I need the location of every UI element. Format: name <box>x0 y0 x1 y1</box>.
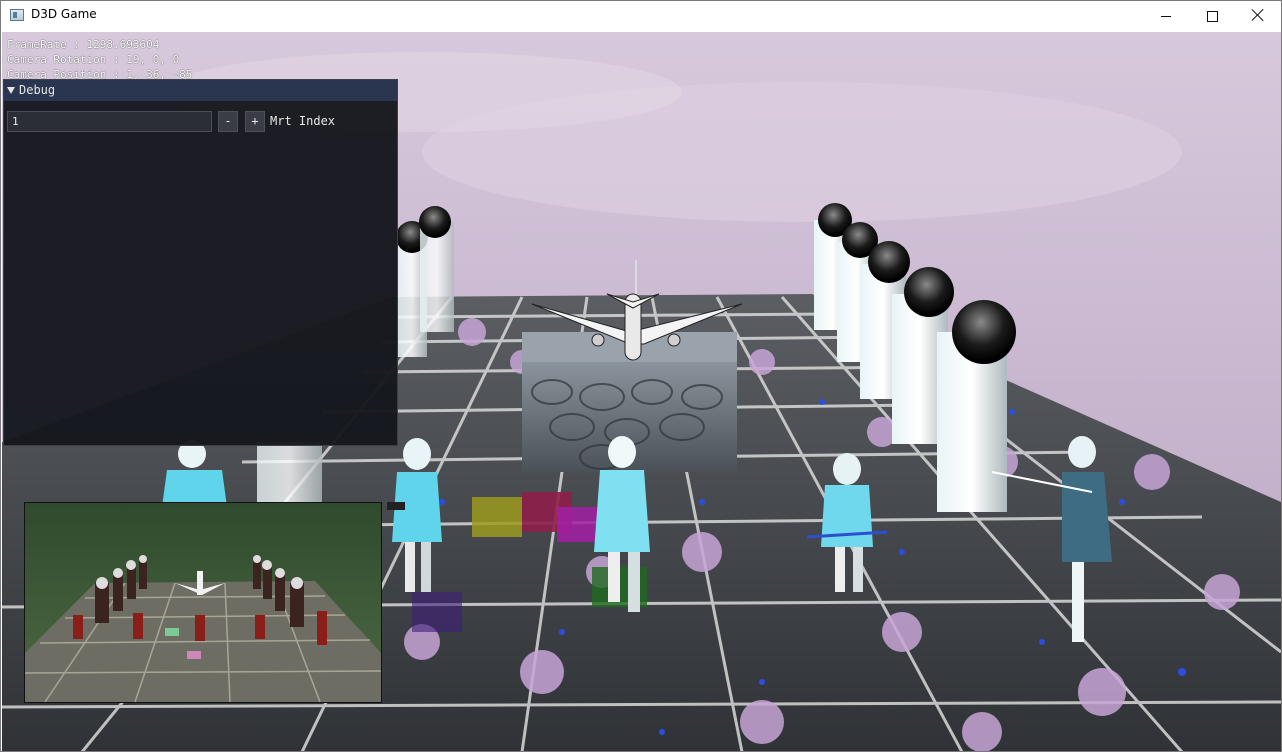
mrt-index-decrement-button[interactable]: - <box>218 111 238 132</box>
title-bar[interactable]: D3D Game <box>1 1 1281 31</box>
maximize-button[interactable] <box>1189 1 1235 31</box>
mrt-preview <box>24 502 382 703</box>
mrt-index-increment-button[interactable]: + <box>245 111 265 132</box>
camera-rotation-text: Camera Rotation : 19, 0, 0 <box>7 53 180 66</box>
framerate-text: FrameRate : 1298.693604 <box>7 38 160 51</box>
app-icon <box>10 9 24 21</box>
hud-overlay: FrameRate : 1298.693604 Camera Rotation :… <box>7 37 192 82</box>
debug-panel: Debug 1 - + Mrt Index <box>3 79 398 446</box>
close-icon <box>1251 8 1265 22</box>
app-window: D3D Game FrameRate: 1298.693604 Camera … <box>0 0 1282 752</box>
minimize-icon <box>1161 16 1171 17</box>
mrt-index-input[interactable]: 1 <box>7 111 212 132</box>
debug-panel-header[interactable]: Debug <box>4 80 397 101</box>
mrt-preview-render <box>25 503 381 702</box>
render-viewport[interactable]: FrameRate : 1298.693604 Camera Rotation :… <box>2 32 1281 751</box>
mrt-index-label: Mrt Index <box>270 114 336 128</box>
window-title: D3D Game <box>31 7 97 21</box>
close-button[interactable] <box>1235 1 1281 31</box>
minimize-button[interactable] <box>1143 1 1189 31</box>
maximize-icon <box>1207 11 1218 22</box>
collapse-triangle-icon[interactable] <box>7 87 15 94</box>
debug-panel-title: Debug <box>19 83 56 97</box>
